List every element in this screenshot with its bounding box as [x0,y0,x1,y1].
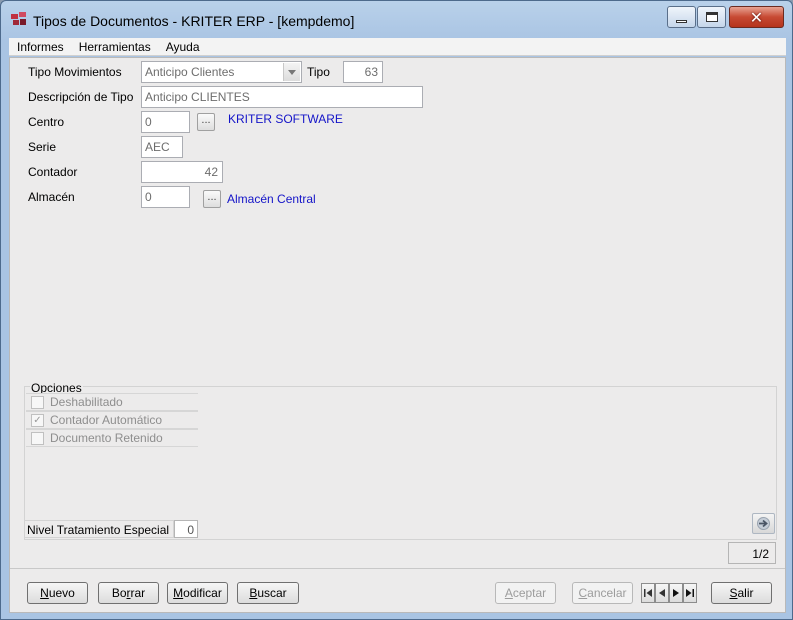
centro-lookup-button[interactable]: ... [197,113,215,131]
option-label: Contador Automático [50,413,163,427]
checkbox-checked-icon[interactable]: ✓ [31,413,44,427]
buscar-button[interactable]: Buscar [237,582,299,604]
centro-label: Centro [28,115,65,129]
option-label: Deshabilitado [50,395,123,409]
page-indicator: 1/2 [728,542,776,564]
serie-label: Serie [28,140,57,154]
dropdown-arrow-icon[interactable] [283,63,300,81]
descripcion-input[interactable]: Anticipo CLIENTES [141,86,423,108]
almacen-input[interactable]: 0 [141,186,190,208]
aceptar-button[interactable]: Aceptar [495,582,556,604]
previous-record-button[interactable] [655,583,669,603]
titlebar: Tipos de Documentos - KRITER ERP - [kemp… [1,1,792,37]
main-window: Tipos de Documentos - KRITER ERP - [kemp… [0,0,793,620]
options-group: Opciones Deshabilitado ✓ Contador Automá… [24,381,777,540]
menubar: Informes Herramientas Ayuda [9,38,786,56]
last-record-icon [686,589,694,597]
maximize-button[interactable] [697,6,726,28]
almacen-lookup-button[interactable]: ... [203,190,221,208]
contador-label: Contador [28,165,78,179]
centro-input[interactable]: 0 [141,111,190,133]
next-record-icon [673,589,679,597]
centro-name: KRITER SOFTWARE [228,112,343,126]
maximize-icon [705,12,718,22]
nivel-tratamiento-label: Nivel Tratamiento Especial [24,520,174,538]
menu-informes[interactable]: Informes [9,38,71,55]
next-record-button[interactable] [669,583,683,603]
salir-button[interactable]: Salir [711,582,772,604]
almacen-name: Almacén Central [227,192,316,206]
tipo-movimientos-label: Tipo Movimientos [28,65,122,79]
nivel-tratamiento-input[interactable]: 0 [174,520,198,538]
next-arrow-icon [757,517,770,530]
minimize-button[interactable] [667,6,696,28]
modificar-button[interactable]: Modificar [167,582,228,604]
close-button[interactable]: ✕ [729,6,784,28]
descripcion-label: Descripción de Tipo [28,90,134,104]
app-icon [11,12,26,25]
tipo-movimientos-value: Anticipo Clientes [145,65,235,79]
first-record-button[interactable] [641,583,655,603]
close-icon: ✕ [749,7,764,27]
serie-input[interactable]: AEC [141,136,183,158]
checkbox-icon[interactable] [31,395,44,409]
option-contador-automatico[interactable]: ✓ Contador Automático [26,411,198,429]
almacen-label: Almacén [28,190,75,204]
minimize-icon [676,19,687,23]
tipo-label: Tipo [307,65,330,79]
cancelar-button[interactable]: Cancelar [572,582,633,604]
form-area: Tipo Movimientos Anticipo Clientes Tipo … [9,57,786,613]
contador-input[interactable]: 42 [141,161,223,183]
nuevo-button[interactable]: Nuevo [27,582,88,604]
last-record-button[interactable] [683,583,697,603]
menu-herramientas[interactable]: Herramientas [71,38,158,55]
first-record-icon [644,589,652,597]
tipo-movimientos-select[interactable]: Anticipo Clientes [141,61,302,83]
borrar-button[interactable]: Borrar [98,582,159,604]
checkbox-icon[interactable] [31,431,44,445]
record-navigator [641,583,697,603]
window-title: Tipos de Documentos - KRITER ERP - [kemp… [33,13,355,29]
option-deshabilitado[interactable]: Deshabilitado [26,393,198,411]
menu-ayuda[interactable]: Ayuda [158,38,207,55]
option-label: Documento Retenido [50,431,163,445]
footer-separator [10,568,785,569]
tipo-input[interactable]: 63 [343,61,383,83]
option-documento-retenido[interactable]: Documento Retenido [26,429,198,447]
next-arrow-button[interactable] [752,513,775,534]
previous-record-icon [659,589,665,597]
